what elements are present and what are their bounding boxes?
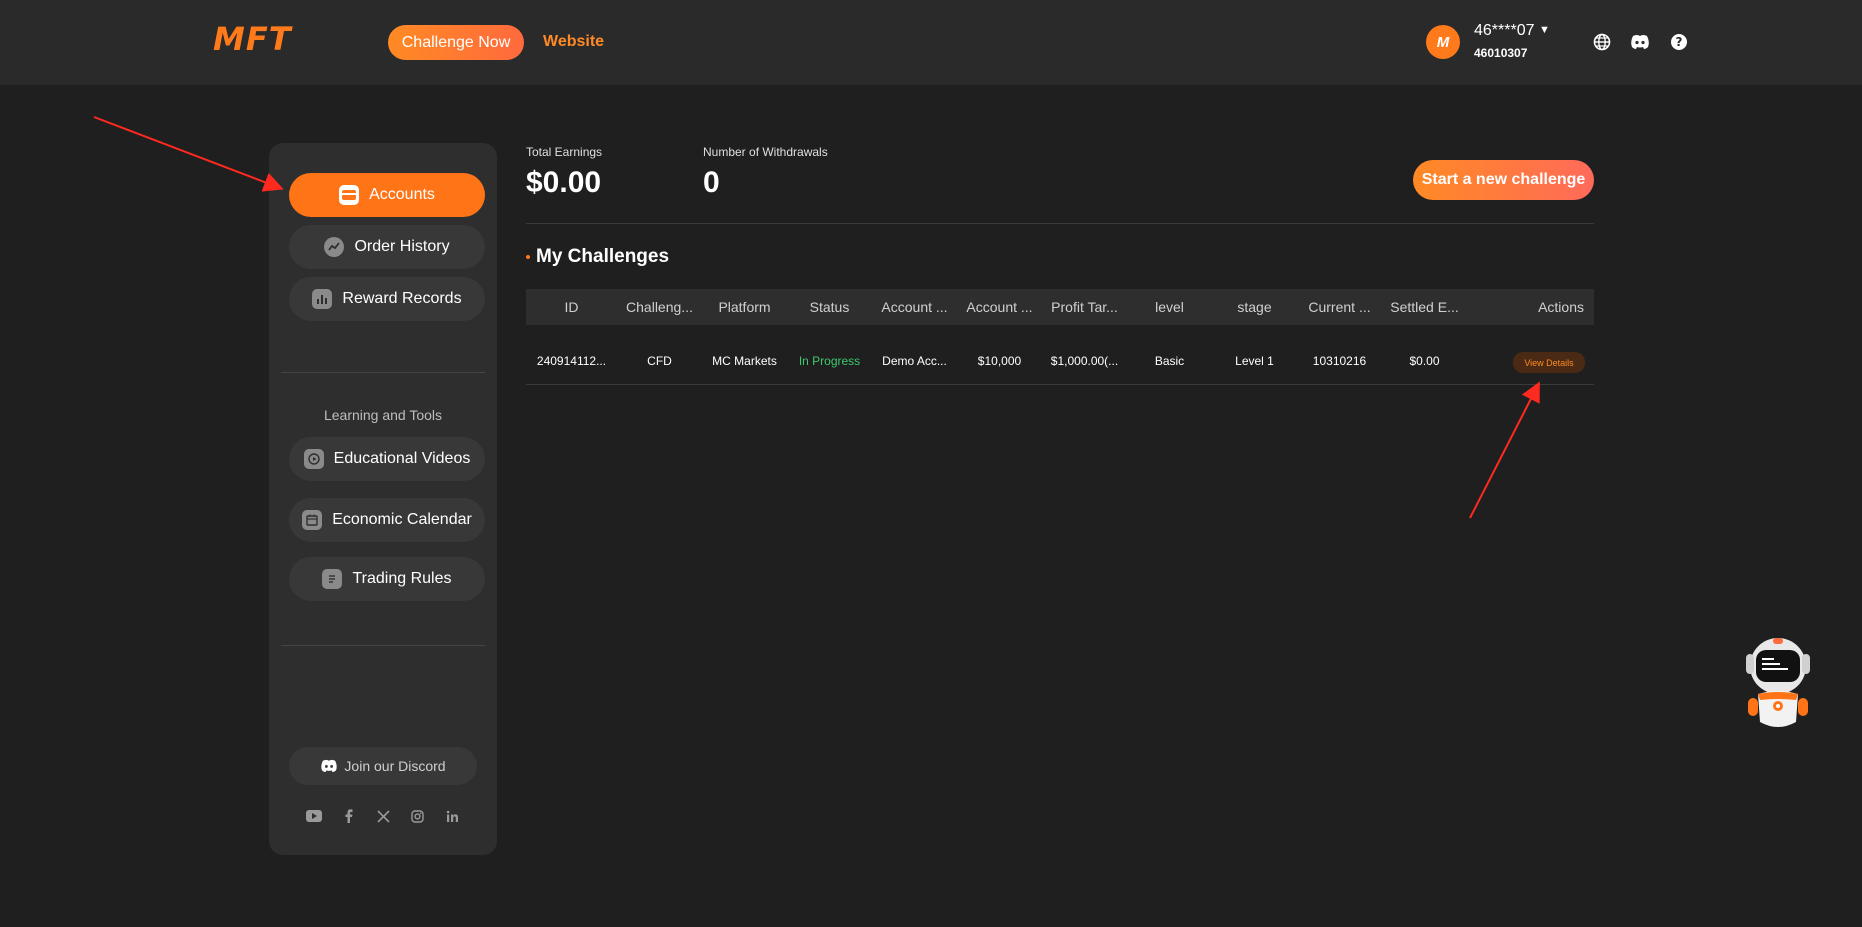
column-header[interactable]: level [1127, 289, 1212, 325]
sidebar-item-label: Accounts [369, 186, 435, 203]
avatar[interactable]: M [1426, 25, 1460, 59]
play-icon [303, 449, 324, 469]
sidebar-item-order-history[interactable]: Order History [289, 225, 485, 269]
globe-icon[interactable] [1592, 32, 1612, 52]
table-row: 240914112... CFD MC Markets In Progress … [526, 341, 1594, 385]
calendar-icon [302, 510, 323, 530]
top-header: MFT Challenge Now Website M 46****07 ▼ 4… [0, 0, 1862, 85]
status-badge: In Progress [798, 354, 861, 368]
cell-challenge: CFD [647, 354, 672, 368]
withdrawals-label: Number of Withdrawals [703, 145, 828, 159]
bar-chart-icon [312, 289, 333, 309]
join-discord-label: Join our Discord [344, 758, 446, 774]
column-header: Actions [1538, 299, 1584, 315]
brand-logo[interactable]: MFT [213, 20, 292, 58]
website-link[interactable]: Website [543, 33, 604, 51]
sidebar-divider [281, 372, 485, 373]
instagram-icon[interactable] [409, 807, 427, 825]
main-divider [526, 223, 1594, 224]
social-links [305, 807, 461, 825]
youtube-icon[interactable] [305, 807, 323, 825]
discord-icon[interactable] [1630, 32, 1650, 52]
user-name[interactable]: 46****07 [1474, 22, 1535, 40]
document-icon [322, 569, 343, 589]
arrow-to-view-details [1469, 381, 1540, 519]
total-earnings-label: Total Earnings [526, 145, 603, 159]
cell-stage: Level 1 [1235, 354, 1274, 368]
section-title-text: My Challenges [536, 246, 670, 267]
view-details-button[interactable]: View Details [1513, 352, 1585, 373]
cell-profit-target: $1,000.00(... [1050, 354, 1119, 368]
sidebar-item-label: Educational Videos [333, 450, 471, 467]
table-header: ID Challeng... Platform Status Account .… [526, 289, 1594, 325]
sidebar-item-label: Economic Calendar [332, 511, 472, 528]
withdrawals-value: 0 [703, 166, 720, 199]
column-header[interactable]: Status [787, 289, 872, 325]
sidebar-item-label: Order History [354, 238, 450, 255]
x-icon[interactable] [374, 807, 392, 825]
sidebar-item-label: Trading Rules [352, 570, 452, 587]
bullet-dot [526, 254, 530, 259]
cell-settled: $0.00 [1409, 354, 1440, 368]
cell-platform: MC Markets [712, 354, 777, 368]
section-label: Learning and Tools [323, 407, 443, 423]
sidebar-item-reward-records[interactable]: Reward Records [289, 277, 485, 321]
sidebar-item-label: Reward Records [342, 290, 462, 307]
card-icon [339, 185, 360, 205]
sidebar-item-economic-calendar[interactable]: Economic Calendar [289, 498, 485, 542]
column-header[interactable]: Account ... [872, 289, 957, 325]
section-title: My Challenges [526, 246, 669, 268]
help-icon[interactable]: ? [1669, 32, 1689, 52]
join-discord-button[interactable]: Join our Discord [289, 747, 477, 785]
sidebar-divider [281, 645, 485, 646]
column-header[interactable]: Profit Tar... [1042, 289, 1127, 325]
cell-account-size: $10,000 [977, 354, 1022, 368]
sidebar: Accounts Order History Reward Records Le… [269, 143, 497, 855]
column-header[interactable]: ID [526, 289, 617, 325]
chevron-down-icon[interactable]: ▼ [1539, 24, 1550, 36]
discord-icon [321, 759, 338, 773]
facebook-icon[interactable] [340, 807, 358, 825]
column-header[interactable]: Platform [702, 289, 787, 325]
challenge-now-button[interactable]: Challenge Now [388, 25, 524, 60]
svg-text:?: ? [1676, 35, 1683, 49]
sidebar-item-accounts[interactable]: Accounts [289, 173, 485, 217]
user-id: 46010307 [1474, 46, 1528, 60]
start-new-challenge-button[interactable]: Start a new challenge [1413, 160, 1594, 200]
column-header[interactable]: Current ... [1297, 289, 1382, 325]
column-header[interactable]: Account ... [957, 289, 1042, 325]
sidebar-item-trading-rules[interactable]: Trading Rules [289, 557, 485, 601]
arrow-to-accounts [93, 116, 284, 192]
cell-level: Basic [1154, 354, 1185, 368]
assistant-robot[interactable] [1740, 636, 1820, 736]
column-header[interactable]: Settled E... [1382, 289, 1467, 325]
cell-current: 10310216 [1312, 354, 1367, 368]
total-earnings-value: $0.00 [526, 166, 602, 199]
linkedin-icon[interactable] [443, 807, 461, 825]
sidebar-item-educational-videos[interactable]: Educational Videos [289, 437, 485, 481]
column-header[interactable]: stage [1212, 289, 1297, 325]
chart-line-icon [324, 237, 345, 257]
cell-account-type: Demo Acc... [882, 354, 947, 368]
cell-id: 240914112... [536, 354, 607, 368]
column-header[interactable]: Challeng... [617, 289, 702, 325]
